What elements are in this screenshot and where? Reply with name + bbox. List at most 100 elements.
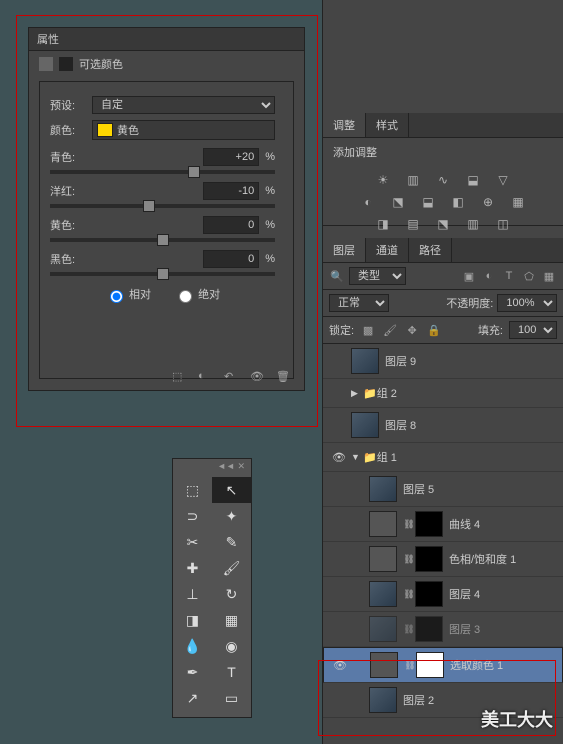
eyedropper-tool[interactable]: ✎ bbox=[212, 529, 251, 555]
adj-post-icon[interactable]: ▤ bbox=[404, 216, 422, 232]
crop-tool[interactable]: ✂ bbox=[173, 529, 212, 555]
layer-row[interactable]: ⛓ 图层 4 bbox=[323, 577, 563, 612]
layer-name[interactable]: 色相/饱和度 1 bbox=[449, 551, 559, 567]
wand-tool[interactable]: ✦ bbox=[212, 503, 251, 529]
stamp-tool[interactable]: ⊥ bbox=[173, 581, 212, 607]
preset-select[interactable]: 自定 bbox=[92, 96, 275, 114]
link-icon[interactable]: ⛓ bbox=[403, 519, 415, 530]
trash-icon[interactable]: 🗑 bbox=[276, 370, 290, 384]
lock-trans-icon[interactable]: ▩ bbox=[360, 323, 376, 337]
search-icon[interactable]: 🔍 bbox=[329, 269, 345, 283]
slider-thumb[interactable] bbox=[157, 234, 169, 246]
layer-row[interactable]: ⛓选取颜色 1 bbox=[323, 647, 563, 683]
eraser-tool[interactable]: ◨ bbox=[173, 607, 212, 633]
shape-tool[interactable]: ▭ bbox=[212, 685, 251, 711]
fill-value[interactable]: 100% bbox=[509, 321, 557, 339]
layer-name[interactable]: 图层 9 bbox=[385, 353, 559, 369]
adj-thresh-icon[interactable]: ⬔ bbox=[434, 216, 452, 232]
layer-name[interactable]: 图层 4 bbox=[449, 586, 559, 602]
lock-pos-icon[interactable]: ✥ bbox=[404, 323, 420, 337]
pen-tool[interactable]: ✒ bbox=[173, 659, 212, 685]
mask-thumb[interactable] bbox=[415, 581, 443, 607]
slider-track[interactable] bbox=[50, 170, 275, 174]
tab-layers[interactable]: 图层 bbox=[323, 238, 366, 262]
slider-value[interactable] bbox=[203, 182, 259, 200]
adj-curves-icon[interactable]: ∿ bbox=[434, 172, 452, 188]
visibility-icon[interactable]: 👁 bbox=[250, 370, 264, 384]
mask-thumb[interactable] bbox=[415, 511, 443, 537]
slider-thumb[interactable] bbox=[188, 166, 200, 178]
link-icon[interactable]: ⛓ bbox=[403, 589, 415, 600]
layer-row[interactable]: 图层 8 bbox=[323, 408, 563, 443]
layer-row[interactable]: ⛓曲线 4 bbox=[323, 507, 563, 542]
link-icon[interactable]: ⛓ bbox=[403, 554, 415, 565]
blur-tool[interactable]: 💧 bbox=[173, 633, 212, 659]
adj-grad-icon[interactable]: ▥ bbox=[464, 216, 482, 232]
adj-tri-icon[interactable]: ▽ bbox=[494, 172, 512, 188]
clip-icon[interactable]: ⬚ bbox=[172, 370, 186, 384]
disclosure-icon[interactable]: ▼ bbox=[351, 452, 363, 462]
layer-row[interactable]: ▶📁组 2 bbox=[323, 379, 563, 408]
layer-row[interactable]: ⛓ 色相/饱和度 1 bbox=[323, 542, 563, 577]
layer-row[interactable]: ⛓ 图层 3 bbox=[323, 612, 563, 647]
slider-value[interactable] bbox=[203, 148, 259, 166]
visibility-toggle[interactable] bbox=[328, 659, 352, 672]
gradient-tool[interactable]: ▦ bbox=[212, 607, 251, 633]
adj-levels-icon[interactable]: ▥ bbox=[404, 172, 422, 188]
mask-thumb[interactable] bbox=[415, 616, 443, 642]
slider-track[interactable] bbox=[50, 272, 275, 276]
blend-mode[interactable]: 正常 bbox=[329, 294, 389, 312]
adj-hue-icon[interactable]: ⬔ bbox=[389, 194, 407, 210]
adj-vib-icon[interactable]: ◐ bbox=[359, 194, 377, 210]
marquee-tool[interactable]: ⬚ bbox=[173, 477, 212, 503]
layer-name[interactable]: 图层 5 bbox=[403, 481, 559, 497]
heal-tool[interactable]: ✚ bbox=[173, 555, 212, 581]
link-icon[interactable]: ⛓ bbox=[404, 660, 416, 671]
tab-channels[interactable]: 通道 bbox=[366, 238, 409, 262]
lock-all-icon[interactable]: 🔒 bbox=[426, 323, 442, 337]
adj-mix-icon[interactable]: ▦ bbox=[509, 194, 527, 210]
filter-smart-icon[interactable]: ▦ bbox=[541, 269, 557, 283]
reset-icon[interactable]: ↶ bbox=[224, 370, 238, 384]
path-select-tool[interactable]: ↗ bbox=[173, 685, 212, 711]
color-select[interactable]: 黄色 bbox=[92, 120, 275, 140]
layer-row[interactable]: 图层 5 bbox=[323, 472, 563, 507]
history-brush-tool[interactable]: ↻ bbox=[212, 581, 251, 607]
tab-paths[interactable]: 路径 bbox=[409, 238, 452, 262]
slider-track[interactable] bbox=[50, 238, 275, 242]
layer-name[interactable]: 图层 3 bbox=[449, 621, 559, 637]
adj-inv-icon[interactable]: ◨ bbox=[374, 216, 392, 232]
mask-thumb[interactable] bbox=[415, 546, 443, 572]
adj-sel-icon[interactable]: ◫ bbox=[494, 216, 512, 232]
adj-bw-icon[interactable]: ◧ bbox=[449, 194, 467, 210]
slider-value[interactable] bbox=[203, 216, 259, 234]
move-tool[interactable]: ↖ bbox=[212, 477, 251, 503]
filter-shape-icon[interactable]: ⬠ bbox=[521, 269, 537, 283]
adj-bright-icon[interactable]: ☀ bbox=[374, 172, 392, 188]
brush-tool[interactable]: 🖌 bbox=[212, 555, 251, 581]
layer-name[interactable]: 组 1 bbox=[377, 449, 559, 465]
type-tool[interactable]: T bbox=[212, 659, 251, 685]
lock-paint-icon[interactable]: 🖌 bbox=[382, 323, 398, 337]
disclosure-icon[interactable]: ▶ bbox=[351, 388, 363, 399]
mask-thumb[interactable] bbox=[416, 652, 444, 678]
layer-row[interactable]: 图层 9 bbox=[323, 344, 563, 379]
link-icon[interactable]: ⛓ bbox=[403, 624, 415, 635]
layer-row[interactable]: ▼📁组 1 bbox=[323, 443, 563, 472]
adj-bal-icon[interactable]: ⬓ bbox=[419, 194, 437, 210]
layer-name[interactable]: 图层 8 bbox=[385, 417, 559, 433]
layer-name[interactable]: 组 2 bbox=[377, 385, 559, 401]
slider-value[interactable] bbox=[203, 250, 259, 268]
slider-thumb[interactable] bbox=[157, 268, 169, 280]
radio-relative[interactable]: 相对 bbox=[105, 289, 151, 301]
slider-thumb[interactable] bbox=[143, 200, 155, 212]
opacity-value[interactable]: 100% bbox=[497, 294, 557, 312]
prev-icon[interactable]: ◐ bbox=[198, 370, 212, 384]
filter-img-icon[interactable]: ▣ bbox=[461, 269, 477, 283]
dodge-tool[interactable]: ◉ bbox=[212, 633, 251, 659]
visibility-toggle[interactable] bbox=[327, 451, 351, 464]
lasso-tool[interactable]: ⊃ bbox=[173, 503, 212, 529]
filter-adj-icon[interactable]: ◐ bbox=[481, 269, 497, 283]
adj-photo-icon[interactable]: ⊕ bbox=[479, 194, 497, 210]
toolbox-collapse[interactable]: ◄◄ ✕ bbox=[173, 459, 251, 477]
